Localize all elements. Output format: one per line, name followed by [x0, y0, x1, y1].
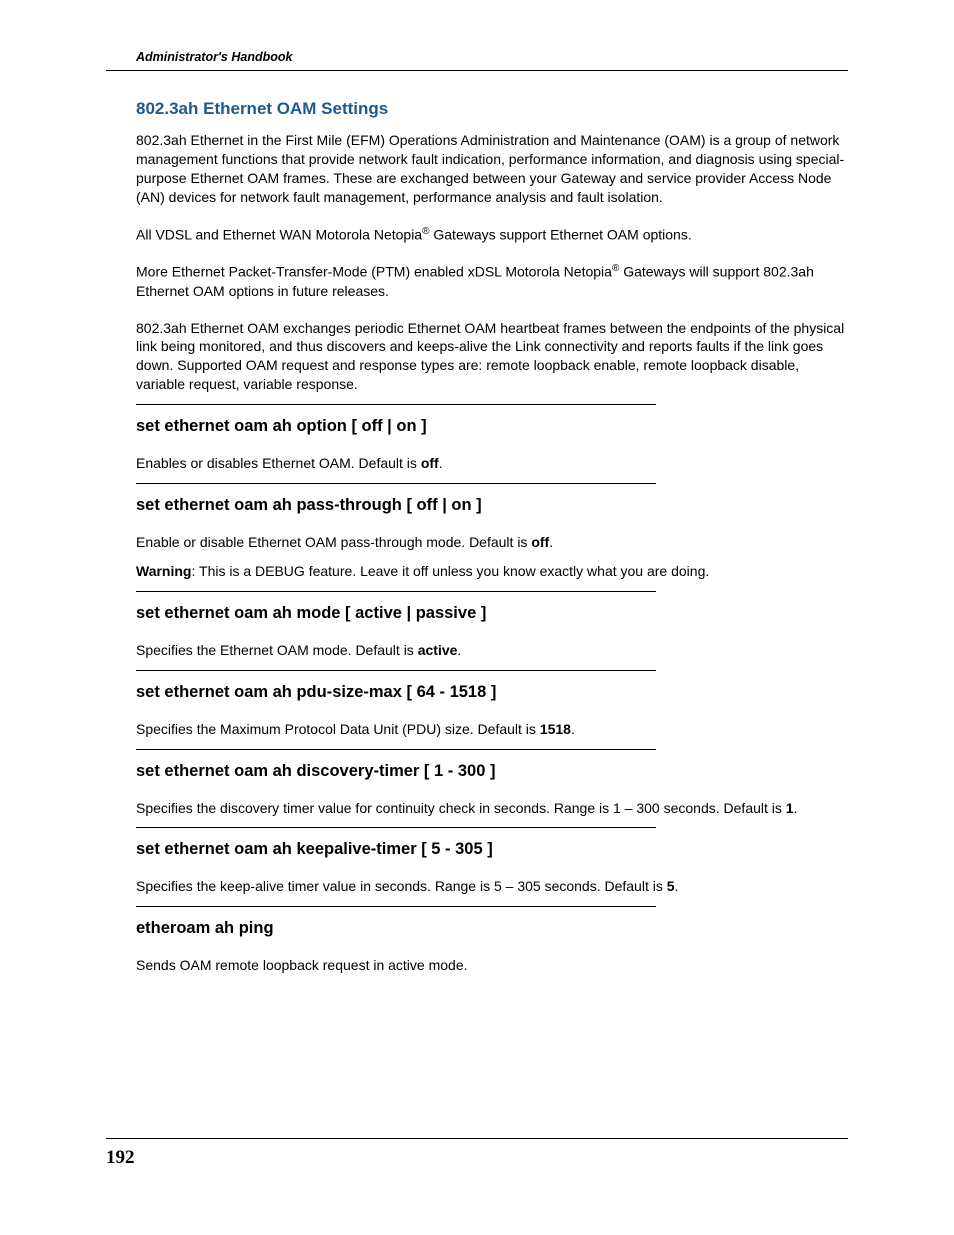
divider: [136, 906, 656, 907]
intro-paragraph-1: 802.3ah Ethernet in the First Mile (EFM)…: [136, 131, 848, 207]
text: Enables or disables Ethernet OAM. Defaul…: [136, 455, 421, 471]
default-value: 1518: [540, 721, 571, 737]
command-block: set ethernet oam ah option [ off | on ] E…: [106, 404, 848, 473]
command-description: Specifies the Ethernet OAM mode. Default…: [136, 641, 848, 660]
command-block: etheroam ah ping Sends OAM remote loopbac…: [106, 906, 848, 975]
intro-paragraph-3: More Ethernet Packet-Transfer-Mode (PTM)…: [136, 262, 848, 300]
command-block: set ethernet oam ah pass-through [ off |…: [106, 483, 848, 581]
text: More Ethernet Packet-Transfer-Mode (PTM)…: [136, 264, 612, 280]
command-block: set ethernet oam ah discovery-timer [ 1 …: [106, 749, 848, 818]
command-block: set ethernet oam ah mode [ active | pass…: [106, 591, 848, 660]
text: Specifies the discovery timer value for …: [136, 800, 786, 816]
divider: [136, 670, 656, 671]
default-value: 1: [786, 800, 794, 816]
divider: [136, 404, 656, 405]
default-value: 5: [667, 878, 675, 894]
text: .: [794, 800, 798, 816]
command-block: set ethernet oam ah keepalive-timer [ 5 …: [106, 827, 848, 896]
default-value: off: [421, 455, 439, 471]
command-description: Sends OAM remote loopback request in act…: [136, 956, 848, 975]
command-description: Specifies the keep-alive timer value in …: [136, 877, 848, 896]
command-heading: set ethernet oam ah discovery-timer [ 1 …: [136, 762, 848, 781]
command-description: Enable or disable Ethernet OAM pass-thro…: [136, 533, 848, 552]
text: All VDSL and Ethernet WAN Motorola Netop…: [136, 226, 422, 242]
command-heading: set ethernet oam ah mode [ active | pass…: [136, 604, 848, 623]
command-description: Specifies the discovery timer value for …: [136, 799, 848, 818]
command-description: Enables or disables Ethernet OAM. Defaul…: [136, 454, 848, 473]
footer-rule: [106, 1138, 848, 1139]
intro-paragraph-4: 802.3ah Ethernet OAM exchanges periodic …: [136, 319, 848, 395]
default-value: active: [418, 642, 458, 658]
intro-paragraph-2: All VDSL and Ethernet WAN Motorola Netop…: [136, 225, 848, 245]
text: .: [675, 878, 679, 894]
page-number: 192: [106, 1147, 135, 1169]
divider: [136, 591, 656, 592]
command-block: set ethernet oam ah pdu-size-max [ 64 - …: [106, 670, 848, 739]
text: : This is a DEBUG feature. Leave it off …: [191, 563, 709, 579]
command-heading: set ethernet oam ah pass-through [ off |…: [136, 496, 848, 515]
command-heading: set ethernet oam ah pdu-size-max [ 64 - …: [136, 683, 848, 702]
text: Gateways support Ethernet OAM options.: [429, 226, 691, 242]
command-heading: set ethernet oam ah keepalive-timer [ 5 …: [136, 840, 848, 859]
text: Specifies the keep-alive timer value in …: [136, 878, 667, 894]
text: .: [571, 721, 575, 737]
command-heading: etheroam ah ping: [136, 919, 848, 938]
text: .: [439, 455, 443, 471]
default-value: off: [531, 534, 549, 550]
text: .: [457, 642, 461, 658]
warning-label: Warning: [136, 563, 191, 579]
header-rule: [106, 70, 848, 71]
divider: [136, 827, 656, 828]
divider: [136, 483, 656, 484]
text: Enable or disable Ethernet OAM pass-thro…: [136, 534, 531, 550]
divider: [136, 749, 656, 750]
command-description: Specifies the Maximum Protocol Data Unit…: [136, 720, 848, 739]
command-heading: set ethernet oam ah option [ off | on ]: [136, 417, 848, 436]
text: .: [549, 534, 553, 550]
text: Specifies the Maximum Protocol Data Unit…: [136, 721, 540, 737]
text: Sends OAM remote loopback request in act…: [136, 957, 468, 973]
section-title: 802.3ah Ethernet OAM Settings: [136, 99, 848, 119]
text: Specifies the Ethernet OAM mode. Default…: [136, 642, 418, 658]
command-warning: Warning: This is a DEBUG feature. Leave …: [136, 562, 848, 581]
header-label: Administrator's Handbook: [136, 50, 848, 64]
